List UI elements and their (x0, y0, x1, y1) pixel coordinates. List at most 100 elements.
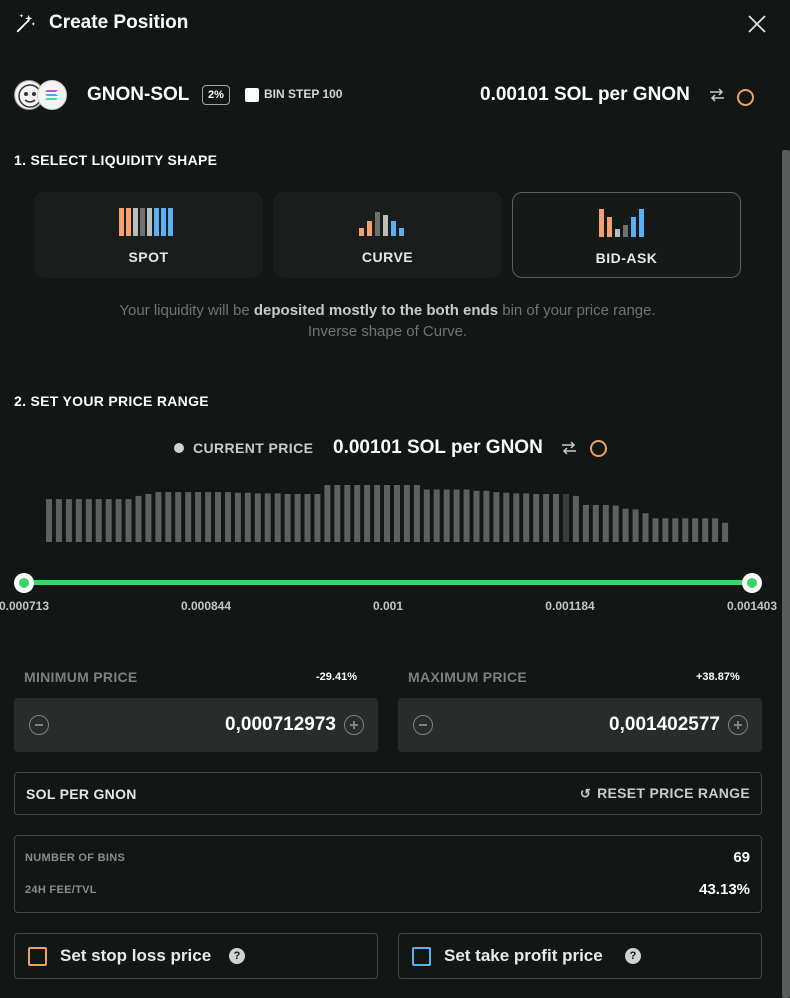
histogram-bar (722, 522, 729, 542)
close-icon[interactable] (745, 12, 769, 36)
min-price-handle[interactable] (14, 573, 34, 593)
histogram-bar (55, 499, 62, 542)
stop-loss-checkbox[interactable] (28, 947, 47, 966)
pair-info-row: GNON-SOL 2% BIN STEP 100 0.00101 SOL per… (0, 76, 790, 116)
histogram-bar (274, 493, 281, 542)
refresh-timer-icon[interactable] (737, 89, 754, 106)
histogram-bar (413, 485, 420, 542)
histogram-bar (105, 499, 112, 542)
histogram-bar (513, 493, 520, 542)
spot-shape-icon (119, 208, 173, 236)
histogram-bar (125, 499, 132, 542)
min-price-box (14, 698, 378, 752)
max-price-input[interactable] (438, 711, 720, 739)
max-price-pct: +38.87% (696, 671, 740, 683)
histogram-bar (254, 493, 261, 542)
desc-bold: deposited mostly to the both ends (253, 302, 499, 319)
histogram-bar (165, 492, 172, 542)
histogram-bar (523, 493, 530, 542)
histogram-bar (473, 490, 480, 542)
histogram-bar (602, 504, 609, 542)
min-price-label: MINIMUM PRICE (24, 669, 138, 685)
refresh-timer-icon[interactable] (590, 440, 607, 457)
section-shape-title: 1. SELECT LIQUIDITY SHAPE (14, 152, 218, 168)
histogram-bar (622, 508, 629, 542)
histogram-bar (423, 489, 430, 542)
histogram-bar (115, 499, 122, 542)
decrease-min-price-icon[interactable] (29, 715, 49, 735)
histogram-bar (354, 485, 361, 542)
histogram-bar (553, 494, 559, 542)
bins-value: 69 (733, 849, 750, 866)
histogram-bar (135, 495, 142, 542)
histogram-bar (672, 518, 679, 542)
help-icon[interactable]: ? (229, 948, 245, 964)
histogram-bar (642, 513, 649, 542)
histogram-bar (493, 492, 500, 542)
histogram-bar (344, 485, 351, 542)
histogram-bar (244, 492, 251, 542)
shape-curve[interactable]: CURVE (273, 192, 502, 278)
histogram-bar (234, 492, 241, 542)
histogram-bar (403, 485, 410, 542)
bins-label: NUMBER OF BINS (25, 852, 126, 864)
histogram-bar (284, 494, 291, 542)
bid-ask-shape-icon (599, 209, 644, 237)
stop-loss-label: Set stop loss price (60, 946, 212, 965)
histogram-bar (682, 518, 689, 542)
histogram-bar (264, 493, 271, 542)
price-range-slider[interactable] (24, 580, 752, 585)
shape-bid-ask[interactable]: BID-ASK (512, 192, 741, 278)
histogram-bar (712, 518, 719, 542)
histogram-bar (702, 518, 709, 542)
modal-title: Create Position (49, 12, 189, 33)
decrease-max-price-icon[interactable] (413, 715, 433, 735)
histogram-bar (563, 494, 569, 542)
histogram-bar (324, 485, 331, 542)
histogram-bar (503, 492, 510, 542)
histogram-bar (374, 485, 381, 542)
stop-loss-option[interactable]: Set stop loss price ? (14, 933, 378, 979)
histogram-bar (572, 495, 579, 542)
current-price-label: CURRENT PRICE (193, 440, 314, 456)
take-profit-option[interactable]: Set take profit price ? (398, 933, 762, 979)
swap-direction-icon[interactable] (560, 439, 578, 457)
reset-icon: ↺ (579, 786, 592, 801)
histogram-bar (314, 494, 321, 542)
reset-price-range-button[interactable]: ↺ RESET PRICE RANGE (580, 785, 750, 802)
histogram-bar (215, 492, 221, 542)
histogram-bar (394, 485, 400, 542)
pair-price: 0.00101 SOL per GNON (480, 84, 690, 105)
scrollbar-thumb[interactable] (782, 150, 790, 998)
histogram-bar (582, 504, 589, 542)
slider-tick: 0.001 (372, 599, 404, 613)
histogram-bar (483, 490, 490, 542)
bin-step-marker (245, 88, 259, 102)
take-profit-checkbox[interactable] (412, 947, 431, 966)
histogram-bar (195, 492, 202, 542)
help-icon[interactable]: ? (625, 948, 641, 964)
shape-spot[interactable]: SPOT (34, 192, 263, 278)
take-profit-label: Set take profit price (444, 946, 603, 965)
curve-shape-icon (359, 212, 404, 236)
histogram-bar (533, 494, 540, 542)
fee-badge: 2% (202, 85, 230, 105)
desc-text: bin of your price range. (498, 302, 656, 319)
desc-text: Your liquidity will be (119, 302, 254, 319)
histogram-bar (95, 499, 102, 542)
max-price-handle[interactable] (742, 573, 762, 593)
histogram-bar (463, 489, 470, 542)
shape-label: CURVE (361, 249, 414, 265)
increase-min-price-icon[interactable] (344, 715, 364, 735)
liquidity-histogram (46, 485, 729, 542)
histogram-bar (632, 509, 639, 542)
min-price-input[interactable] (54, 711, 336, 739)
histogram-bar (592, 504, 599, 542)
slider-tick: 0.000844 (180, 599, 232, 613)
histogram-bar (85, 499, 92, 542)
histogram-bar (155, 492, 162, 542)
swap-direction-icon[interactable] (708, 86, 726, 104)
histogram-bar (662, 518, 669, 542)
shape-label: SPOT (128, 249, 169, 265)
increase-max-price-icon[interactable] (728, 715, 748, 735)
